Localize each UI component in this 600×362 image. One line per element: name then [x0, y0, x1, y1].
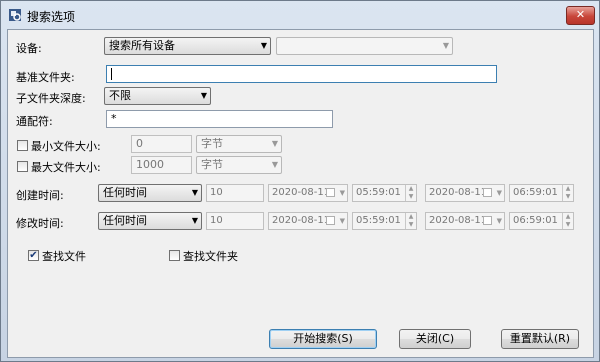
search-options-dialog: 搜索选项 ✕ 设备: 搜索所有设备 ▼ ▼ 基准文件夹: 子文件夹深度: 不限 … — [0, 0, 600, 362]
modified-from-date-checkbox[interactable] — [326, 216, 335, 225]
chevron-down-icon: ▼ — [496, 189, 502, 197]
created-to-date-checkbox[interactable] — [483, 188, 492, 197]
min-size-value: 0 — [136, 137, 143, 150]
created-from-date-checkbox[interactable] — [326, 188, 335, 197]
base-folder-input[interactable] — [106, 65, 497, 83]
find-folders-checkbox[interactable] — [169, 250, 180, 261]
text-caret — [111, 68, 112, 80]
created-time-amount-value: 10 — [210, 187, 223, 198]
device-select-value: 搜索所有设备 — [109, 39, 175, 52]
wildcard-input[interactable]: * — [106, 110, 333, 128]
created-time-label: 创建时间: — [16, 189, 64, 202]
created-to-time-value: 06:59:01 — [513, 187, 558, 198]
modified-to-date-picker[interactable]: 2020-08-11 ▼ — [425, 212, 505, 230]
max-size-label: 最大文件大小: — [31, 161, 101, 174]
max-size-checkbox[interactable] — [17, 161, 28, 172]
wildcard-value: * — [111, 112, 117, 125]
chevron-down-icon: ▼ — [200, 91, 207, 100]
modified-from-time-value: 05:59:01 — [356, 215, 401, 226]
modified-time-amount-value: 10 — [210, 215, 223, 226]
min-size-unit-value: 字节 — [201, 137, 223, 150]
modified-time-amount-input[interactable]: 10 — [206, 212, 264, 230]
modified-from-time-input[interactable]: 05:59:01 ▲ ▼ — [352, 212, 417, 230]
chevron-down-icon: ▼ — [339, 217, 345, 225]
spinner-icon[interactable]: ▲ ▼ — [562, 213, 573, 229]
find-files-checkbox[interactable]: ✔ — [28, 250, 39, 261]
min-size-checkbox[interactable] — [17, 140, 28, 151]
subfolder-depth-label: 子文件夹深度: — [16, 92, 86, 105]
app-icon — [9, 9, 21, 21]
window-title: 搜索选项 — [27, 10, 76, 24]
created-to-time-input[interactable]: 06:59:01 ▲ ▼ — [509, 184, 574, 202]
start-search-button[interactable]: 开始搜索(S) — [269, 329, 377, 349]
created-time-amount-input[interactable]: 10 — [206, 184, 264, 202]
modified-to-time-input[interactable]: 06:59:01 ▲ ▼ — [509, 212, 574, 230]
chevron-down-icon: ▼ — [271, 160, 278, 169]
min-size-unit-select[interactable]: 字节 ▼ — [196, 135, 282, 153]
created-to-date-picker[interactable]: 2020-08-11 ▼ — [425, 184, 505, 202]
modified-from-date-value: 2020-08-11 — [272, 215, 331, 226]
modified-time-mode-value: 任何时间 — [103, 214, 147, 227]
subfolder-depth-value: 不限 — [109, 89, 131, 102]
max-size-input[interactable]: 1000 — [131, 156, 192, 174]
device-label: 设备: — [16, 42, 42, 55]
modified-time-label: 修改时间: — [16, 217, 64, 230]
max-size-unit-value: 字节 — [201, 158, 223, 171]
checkmark-icon: ✔ — [29, 250, 38, 261]
max-size-unit-select[interactable]: 字节 ▼ — [196, 156, 282, 174]
created-from-date-picker[interactable]: 2020-08-11 ▼ — [268, 184, 348, 202]
modified-to-date-checkbox[interactable] — [483, 216, 492, 225]
subfolder-depth-select[interactable]: 不限 ▼ — [104, 87, 211, 105]
spinner-icon[interactable]: ▲ ▼ — [405, 213, 416, 229]
base-folder-label: 基准文件夹: — [16, 71, 75, 84]
reset-defaults-button[interactable]: 重置默认(R) — [501, 329, 579, 349]
spinner-icon[interactable]: ▲ ▼ — [405, 185, 416, 201]
title-bar[interactable]: 搜索选项 ✕ — [1, 1, 599, 29]
chevron-down-icon: ▼ — [496, 217, 502, 225]
chevron-down-icon: ▼ — [260, 41, 267, 50]
modified-to-date-value: 2020-08-11 — [429, 215, 488, 226]
created-from-date-value: 2020-08-11 — [272, 187, 331, 198]
find-folders-label: 查找文件夹 — [183, 250, 238, 263]
created-time-mode-select[interactable]: 任何时间 ▼ — [98, 184, 202, 202]
max-size-value: 1000 — [136, 158, 164, 171]
close-window-button[interactable]: ✕ — [566, 6, 595, 25]
modified-from-date-picker[interactable]: 2020-08-11 ▼ — [268, 212, 348, 230]
created-to-date-value: 2020-08-11 — [429, 187, 488, 198]
chevron-down-icon: ▼ — [339, 189, 345, 197]
modified-to-time-value: 06:59:01 — [513, 215, 558, 226]
created-from-time-value: 05:59:01 — [356, 187, 401, 198]
dialog-content: 设备: 搜索所有设备 ▼ ▼ 基准文件夹: 子文件夹深度: 不限 ▼ 通配符: … — [7, 29, 594, 358]
device-secondary-select[interactable]: ▼ — [276, 37, 453, 55]
min-size-label: 最小文件大小: — [31, 140, 101, 153]
min-size-input[interactable]: 0 — [131, 135, 192, 153]
find-files-label: 查找文件 — [42, 250, 86, 263]
wildcard-label: 通配符: — [16, 115, 53, 128]
modified-time-mode-select[interactable]: 任何时间 ▼ — [98, 212, 202, 230]
chevron-down-icon: ▼ — [191, 188, 198, 197]
chevron-down-icon: ▼ — [442, 41, 449, 50]
spinner-icon[interactable]: ▲ ▼ — [562, 185, 573, 201]
created-time-mode-value: 任何时间 — [103, 186, 147, 199]
close-button[interactable]: 关闭(C) — [399, 329, 471, 349]
device-select[interactable]: 搜索所有设备 ▼ — [104, 37, 271, 55]
chevron-down-icon: ▼ — [191, 216, 198, 225]
chevron-down-icon: ▼ — [271, 139, 278, 148]
created-from-time-input[interactable]: 05:59:01 ▲ ▼ — [352, 184, 417, 202]
